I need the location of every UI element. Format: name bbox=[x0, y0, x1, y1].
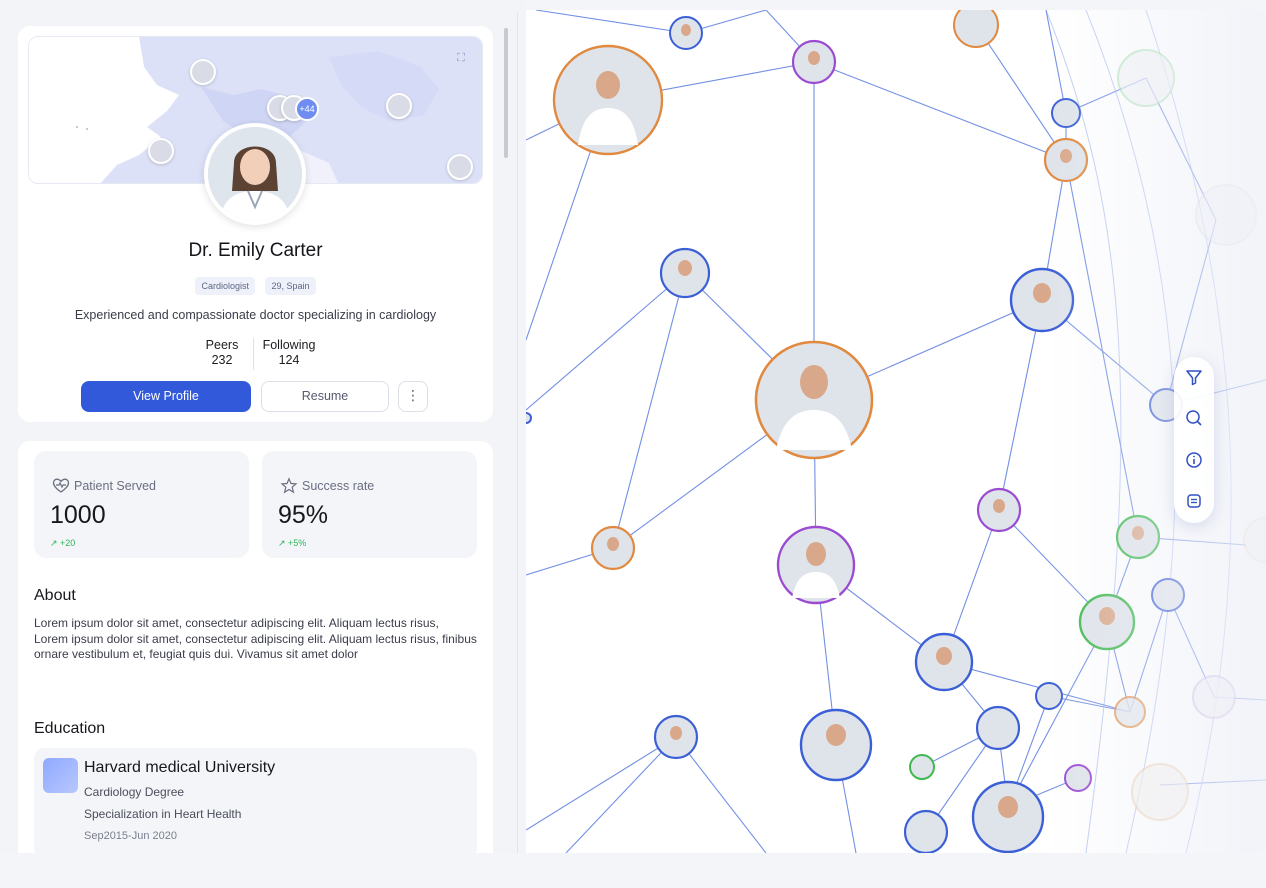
graph-node[interactable] bbox=[590, 525, 636, 571]
resume-button[interactable]: Resume bbox=[261, 381, 389, 412]
trend-up-icon: ↗ bbox=[50, 538, 61, 548]
graph-canvas[interactable] bbox=[526, 10, 1266, 853]
heart-pulse-icon bbox=[52, 478, 70, 493]
expand-icon[interactable]: ⛶ bbox=[452, 49, 470, 67]
graph-node[interactable] bbox=[903, 809, 949, 853]
age-location-tag: 29, Spain bbox=[265, 277, 316, 295]
graph-node[interactable] bbox=[976, 487, 1022, 533]
view-profile-button[interactable]: View Profile bbox=[81, 381, 251, 412]
graph-node[interactable] bbox=[1009, 267, 1075, 333]
graph-node[interactable] bbox=[914, 632, 974, 692]
university-name: Harvard medical University bbox=[84, 759, 276, 776]
profile-panel: ⛶ +44 Dr. Emily Carter Cardiologist 29, … bbox=[0, 0, 526, 853]
scrollbar-thumb[interactable] bbox=[504, 28, 508, 158]
graph-node[interactable] bbox=[1131, 763, 1189, 821]
graph-node[interactable] bbox=[669, 16, 703, 50]
following-value: 124 bbox=[278, 353, 300, 367]
details-card: Patient Served 1000 ↗ +20 Success rate 9… bbox=[18, 441, 493, 853]
filter-icon[interactable] bbox=[1180, 363, 1208, 391]
graph-node[interactable] bbox=[1243, 517, 1266, 563]
education-item[interactable]: Harvard medical University Cardiology De… bbox=[34, 748, 477, 853]
graph-node[interactable] bbox=[909, 754, 935, 780]
map-cluster-count[interactable]: +44 bbox=[295, 97, 319, 121]
success-rate-card: Success rate 95% ↗ +5% bbox=[262, 451, 477, 558]
peers-value: 232 bbox=[211, 353, 233, 367]
trend-up-icon: ↗ bbox=[278, 538, 289, 548]
stats-divider bbox=[253, 338, 254, 370]
graph-toolbar bbox=[1174, 357, 1214, 523]
graph-node[interactable] bbox=[1115, 514, 1161, 560]
specialty-tag: Cardiologist bbox=[195, 277, 256, 295]
metric-label: Success rate bbox=[302, 479, 375, 493]
network-graph[interactable] bbox=[526, 10, 1266, 853]
about-title: About bbox=[34, 587, 76, 604]
education-dates: Sep2015-Jun 2020 bbox=[84, 830, 177, 842]
profile-bio: Experienced and compassionate doctor spe… bbox=[74, 308, 437, 322]
graph-node[interactable] bbox=[971, 780, 1045, 853]
graph-node[interactable] bbox=[1117, 49, 1175, 107]
profile-stats: Peers 232 Following 124 bbox=[188, 338, 323, 370]
map-pin-avatar[interactable] bbox=[447, 154, 473, 180]
graph-node[interactable] bbox=[754, 340, 874, 460]
university-logo bbox=[43, 758, 78, 793]
graph-node[interactable] bbox=[1151, 578, 1185, 612]
graph-node[interactable] bbox=[1064, 764, 1092, 792]
graph-node[interactable] bbox=[552, 44, 664, 156]
about-paragraph: Lorem ipsum dolor sit amet, consectetur … bbox=[34, 616, 439, 630]
patients-served-card: Patient Served 1000 ↗ +20 bbox=[34, 451, 249, 558]
graph-node[interactable] bbox=[526, 412, 532, 424]
following-label: Following bbox=[262, 338, 316, 352]
about-text: Lorem ipsum dolor sit amet, consectetur … bbox=[34, 616, 484, 663]
profile-tags: Cardiologist 29, Spain bbox=[18, 276, 493, 295]
peers-stat[interactable]: Peers 232 bbox=[200, 338, 244, 368]
metric-value: 1000 bbox=[50, 501, 106, 529]
map-pin-avatar[interactable] bbox=[386, 93, 412, 119]
metric-delta: ↗ +5% bbox=[278, 538, 307, 548]
star-icon bbox=[280, 477, 298, 494]
metric-delta: ↗ +20 bbox=[50, 538, 76, 548]
graph-node[interactable] bbox=[1078, 593, 1136, 651]
graph-nodes bbox=[526, 10, 1266, 853]
panel-divider bbox=[517, 12, 518, 853]
graph-node[interactable] bbox=[1043, 137, 1089, 183]
graph-node[interactable] bbox=[653, 714, 699, 760]
map-pin-avatar[interactable] bbox=[190, 59, 216, 85]
graph-node[interactable] bbox=[776, 525, 856, 605]
toggle-icon[interactable] bbox=[1180, 487, 1208, 515]
graph-node[interactable] bbox=[791, 39, 837, 85]
graph-node[interactable] bbox=[1195, 184, 1257, 246]
graph-node[interactable] bbox=[659, 247, 711, 299]
following-stat[interactable]: Following 124 bbox=[259, 338, 319, 368]
education-title: Education bbox=[34, 720, 106, 737]
graph-node[interactable] bbox=[1114, 696, 1146, 728]
map-pin-avatar[interactable] bbox=[148, 138, 174, 164]
graph-node[interactable] bbox=[953, 10, 999, 48]
graph-node[interactable] bbox=[1051, 98, 1081, 128]
metric-label: Patient Served bbox=[74, 479, 156, 493]
more-options-button[interactable]: ⋮ bbox=[398, 381, 428, 412]
graph-node[interactable] bbox=[1192, 675, 1236, 719]
avatar bbox=[204, 123, 306, 225]
graph-node[interactable] bbox=[1035, 682, 1063, 710]
info-icon[interactable] bbox=[1180, 446, 1208, 474]
profile-card: ⛶ +44 Dr. Emily Carter Cardiologist 29, … bbox=[18, 26, 493, 422]
scrollbar[interactable] bbox=[502, 26, 510, 853]
doctor-name: Dr. Emily Carter bbox=[188, 240, 323, 261]
specialization: Specialization in Heart Health bbox=[84, 807, 242, 821]
metric-value: 95% bbox=[278, 501, 329, 529]
graph-node[interactable] bbox=[799, 708, 873, 782]
graph-node[interactable] bbox=[975, 705, 1021, 751]
peers-label: Peers bbox=[205, 338, 239, 352]
search-icon[interactable] bbox=[1180, 404, 1208, 432]
about-paragraph: Lorem ipsum dolor sit amet, consectetur … bbox=[34, 631, 477, 662]
degree: Cardiology Degree bbox=[84, 785, 185, 799]
